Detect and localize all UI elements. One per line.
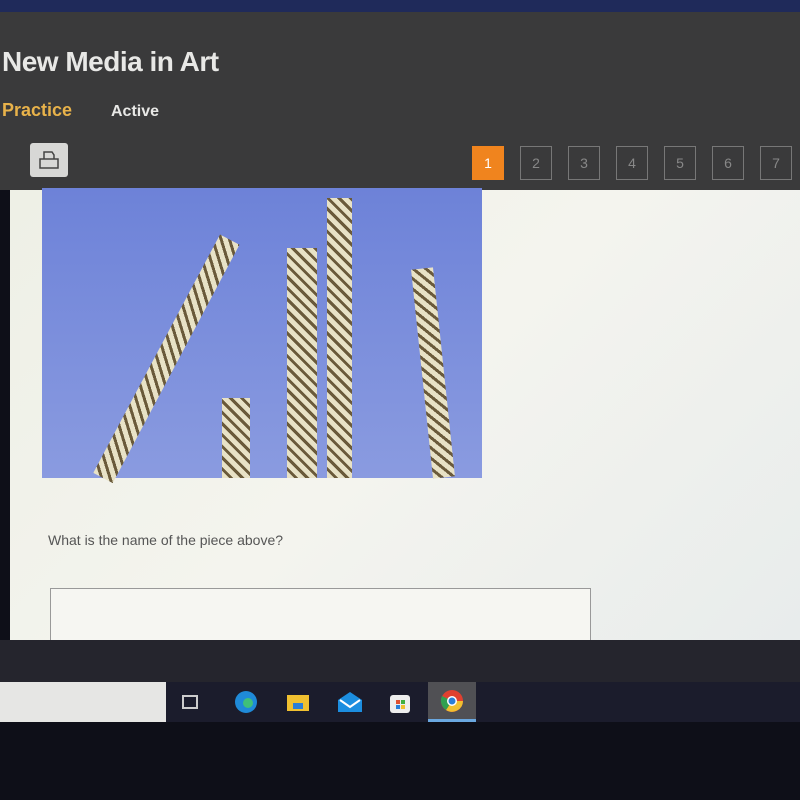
pole-shape bbox=[93, 234, 240, 484]
edge-icon[interactable] bbox=[222, 682, 270, 722]
print-button[interactable] bbox=[30, 143, 68, 177]
page-5-button[interactable]: 5 bbox=[664, 146, 696, 180]
taskbar bbox=[0, 682, 800, 722]
question-pagination: 1 2 3 4 5 6 7 bbox=[472, 146, 792, 180]
printer-icon bbox=[39, 151, 59, 169]
answer-input[interactable] bbox=[50, 588, 591, 648]
mail-icon[interactable] bbox=[326, 682, 374, 722]
chrome-icon[interactable] bbox=[428, 682, 476, 722]
window-top-bar bbox=[0, 0, 800, 12]
store-icon[interactable] bbox=[376, 682, 424, 722]
taskbar-search-box[interactable] bbox=[0, 682, 166, 722]
page-7-button[interactable]: 7 bbox=[760, 146, 792, 180]
question-text: What is the name of the piece above? bbox=[48, 532, 284, 548]
pole-shape bbox=[287, 248, 317, 478]
page-2-button[interactable]: 2 bbox=[520, 146, 552, 180]
monitor-bezel bbox=[0, 640, 800, 682]
pole-shape bbox=[222, 398, 250, 478]
task-view-icon[interactable] bbox=[166, 682, 214, 722]
pole-shape bbox=[411, 267, 455, 479]
tab-practice[interactable]: Practice bbox=[2, 100, 72, 121]
question-content: What is the name of the piece above? bbox=[10, 188, 800, 648]
file-explorer-icon[interactable] bbox=[274, 682, 322, 722]
artwork-image bbox=[42, 188, 482, 484]
page-title: New Media in Art bbox=[2, 46, 219, 77]
page-1-button[interactable]: 1 bbox=[472, 146, 504, 180]
pole-shape bbox=[327, 198, 352, 478]
tab-active[interactable]: Active bbox=[111, 103, 159, 121]
page-3-button[interactable]: 3 bbox=[568, 146, 600, 180]
page-4-button[interactable]: 4 bbox=[616, 146, 648, 180]
page-header: New Media in Art Practice Active 1 2 3 4… bbox=[0, 12, 800, 190]
page-6-button[interactable]: 6 bbox=[712, 146, 744, 180]
